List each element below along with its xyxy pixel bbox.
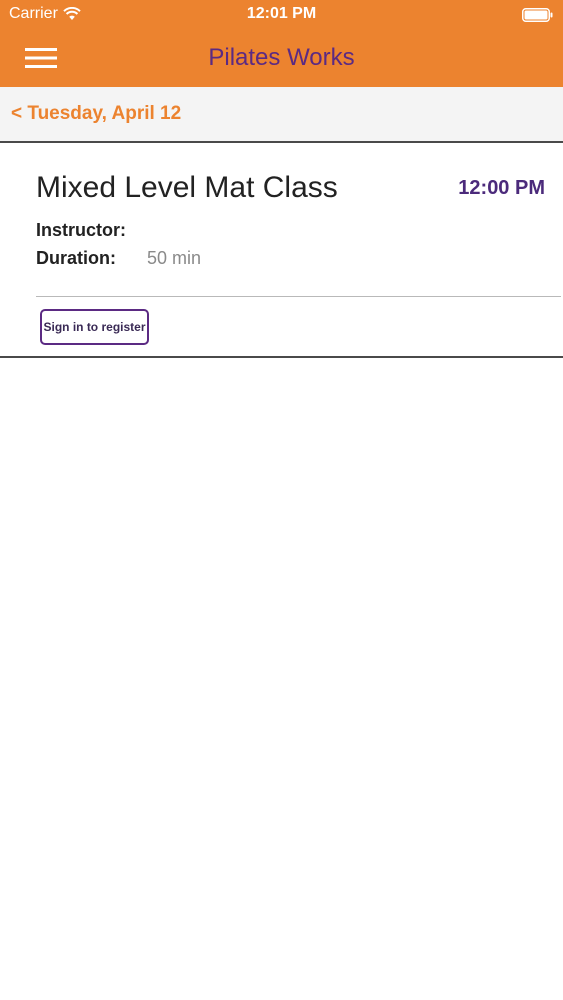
header: Carrier 12:01 PM Pilates Works bbox=[0, 0, 563, 87]
class-title: Mixed Level Mat Class bbox=[36, 171, 338, 204]
page-title: Pilates Works bbox=[208, 44, 355, 71]
class-card: Mixed Level Mat Class 12:00 PM Instructo… bbox=[0, 143, 563, 358]
instructor-label: Instructor: bbox=[36, 220, 126, 240]
date-bar: < Tuesday, April 12 bbox=[0, 87, 563, 143]
sign-in-to-register-button[interactable]: Sign in to register bbox=[40, 309, 149, 345]
status-time: 12:01 PM bbox=[246, 5, 317, 22]
status-bar: Carrier 12:01 PM bbox=[0, 0, 563, 30]
class-time: 12:00 PM bbox=[458, 177, 545, 199]
nav-bar: Pilates Works bbox=[0, 30, 563, 87]
battery-icon bbox=[522, 8, 553, 22]
back-to-day-link[interactable]: < Tuesday, April 12 bbox=[11, 103, 181, 125]
duration-label: Duration: bbox=[36, 248, 116, 268]
app-screen: Carrier 12:01 PM Pilates Works < Tuesday… bbox=[0, 0, 563, 1000]
instructor-row: Instructor: bbox=[36, 220, 147, 241]
duration-value: 50 min bbox=[147, 248, 202, 268]
duration-row: Duration: 50 min bbox=[36, 248, 201, 269]
card-divider bbox=[36, 296, 561, 297]
